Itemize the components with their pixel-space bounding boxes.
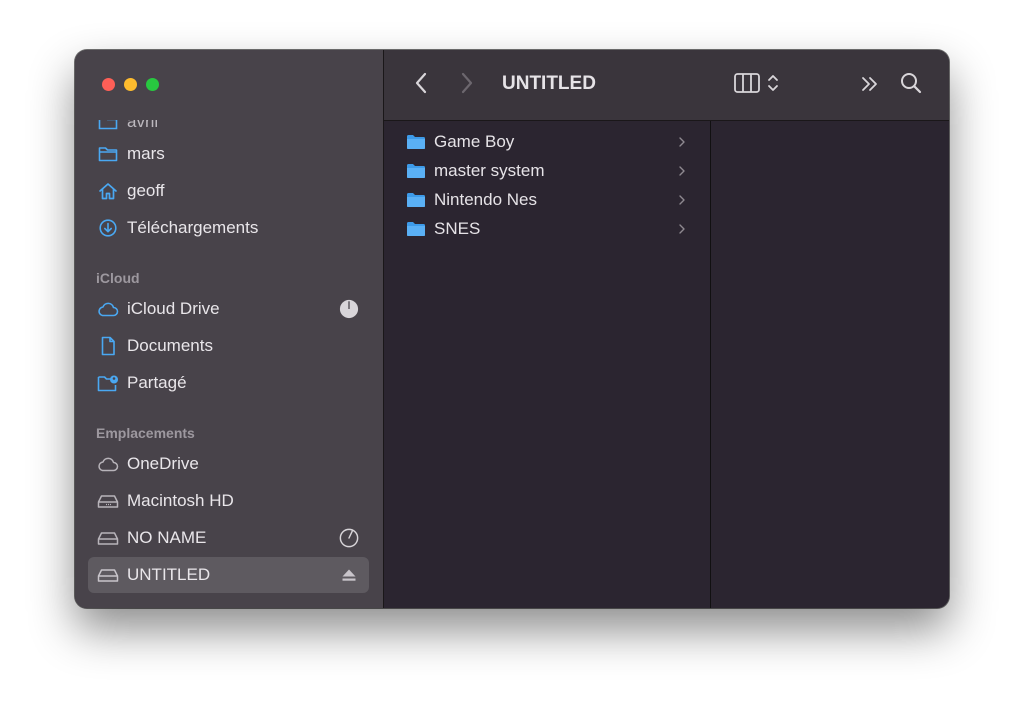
chevron-right-icon xyxy=(678,193,686,211)
section-heading-emplacements: Emplacements xyxy=(96,425,195,441)
back-button[interactable] xyxy=(410,72,432,98)
folder-icon xyxy=(407,135,425,149)
sidebar-item-label: OneDrive xyxy=(127,454,199,473)
document-icon xyxy=(97,335,119,357)
progress-icon xyxy=(339,528,359,548)
browser-column-1[interactable]: Game Boy master system Nintendo Nes SNES xyxy=(384,121,711,608)
list-item-nintendo-nes[interactable]: Nintendo Nes xyxy=(406,186,696,214)
disk-icon xyxy=(97,490,119,512)
sidebar-item-label: mars xyxy=(127,144,165,163)
chevron-up-down-icon xyxy=(767,73,779,98)
close-button[interactable] xyxy=(102,78,115,91)
window-title: UNTITLED xyxy=(502,73,596,94)
section-heading-icloud: iCloud xyxy=(96,270,140,286)
sidebar-item-no-name[interactable]: NO NAME xyxy=(88,520,369,556)
browser-column-2[interactable] xyxy=(711,121,949,608)
sidebar-item-label: geoff xyxy=(127,181,165,200)
home-icon xyxy=(97,180,119,202)
sidebar-item-mars[interactable]: mars xyxy=(88,136,369,172)
chevron-left-icon xyxy=(414,72,428,99)
cloud-icon xyxy=(97,453,119,475)
folder-icon xyxy=(407,222,425,236)
search-button[interactable] xyxy=(898,72,924,98)
folder-icon xyxy=(407,193,425,207)
sidebar-list[interactable]: avril mars geoff Téléchargements iCloud … xyxy=(75,120,383,608)
sync-progress-icon xyxy=(339,299,359,319)
sidebar-item-geoff[interactable]: geoff xyxy=(88,173,369,209)
chevron-right-icon xyxy=(460,72,474,99)
folder-icon xyxy=(407,164,425,178)
sidebar-item-label: Téléchargements xyxy=(127,218,259,237)
folder-name: SNES xyxy=(434,219,481,238)
list-item-game-boy[interactable]: Game Boy xyxy=(406,128,696,156)
sidebar-item-partage[interactable]: Partagé xyxy=(88,365,369,401)
sidebar-item-label: Macintosh HD xyxy=(127,491,234,510)
sidebar-item-label: NO NAME xyxy=(127,528,207,547)
folder-icon xyxy=(97,143,119,165)
shared-folder-icon xyxy=(97,372,119,394)
sidebar-item-telechargements[interactable]: Téléchargements xyxy=(88,210,369,246)
eject-icon[interactable] xyxy=(339,565,359,585)
columns-view-icon xyxy=(733,72,761,99)
toolbar: UNTITLED xyxy=(384,50,949,121)
chevron-right-icon xyxy=(678,222,686,240)
minimize-button[interactable] xyxy=(124,78,137,91)
folder-name: Nintendo Nes xyxy=(434,190,538,209)
disk-icon xyxy=(97,527,119,549)
sidebar-item-label: Partagé xyxy=(127,373,187,392)
zoom-button[interactable] xyxy=(146,78,159,91)
list-item-snes[interactable]: SNES xyxy=(406,215,696,243)
double-chevron-right-icon xyxy=(860,75,880,98)
sidebar-item-label: Documents xyxy=(127,336,213,355)
sidebar-item-label: avril xyxy=(127,120,159,131)
window-controls xyxy=(102,78,159,91)
view-mode-button[interactable] xyxy=(726,72,786,98)
sidebar-item-label: UNTITLED xyxy=(127,565,211,584)
folder-name: master system xyxy=(434,161,545,180)
search-icon xyxy=(899,71,923,100)
sidebar-item-icloud-drive[interactable]: iCloud Drive xyxy=(88,291,369,327)
more-toolbar-button[interactable] xyxy=(858,74,882,98)
sidebar-item-macintosh-hd[interactable]: Macintosh HD xyxy=(88,483,369,519)
disk-icon xyxy=(97,564,119,586)
chevron-right-icon xyxy=(678,164,686,182)
list-item-master-system[interactable]: master system xyxy=(406,157,696,185)
sidebar-item-onedrive[interactable]: OneDrive xyxy=(88,446,369,482)
chevron-right-icon xyxy=(678,135,686,153)
folder-name: Game Boy xyxy=(434,132,515,151)
folder-icon xyxy=(97,120,119,133)
download-icon xyxy=(97,217,119,239)
sidebar-item-documents[interactable]: Documents xyxy=(88,328,369,364)
finder-window: avril mars geoff Téléchargements iCloud … xyxy=(75,50,949,608)
sidebar: avril mars geoff Téléchargements iCloud … xyxy=(75,50,384,608)
cloud-icon xyxy=(97,298,119,320)
forward-button[interactable] xyxy=(456,72,478,98)
sidebar-item-untitled[interactable]: UNTITLED xyxy=(88,557,369,593)
sidebar-item-label: iCloud Drive xyxy=(127,299,220,318)
